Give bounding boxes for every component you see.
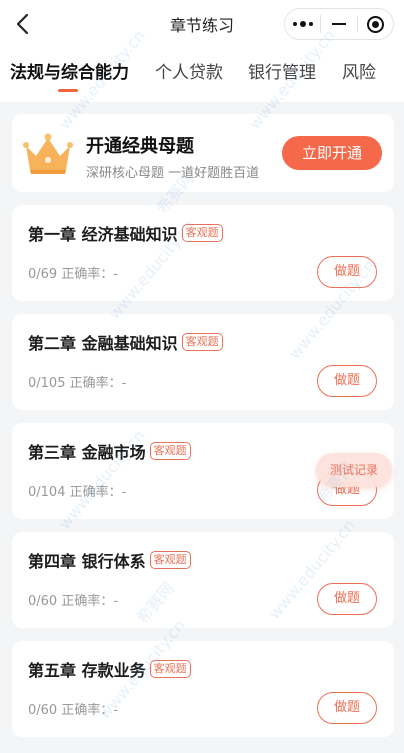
do-questions-button[interactable]: 做题: [317, 583, 377, 615]
close-target-icon: [366, 15, 384, 33]
open-now-button[interactable]: 立即开通: [282, 136, 382, 170]
mini-program-capsule: [284, 8, 394, 40]
chapter-title-row: 第四章 银行体系 客观题: [28, 548, 191, 572]
chapter-title-row: 第五章 存款业务 客观题: [28, 657, 191, 681]
subject-tabs: 法规与综合能力 个人贷款 银行管理 风险: [0, 48, 404, 102]
more-dots-icon: [292, 21, 313, 27]
chapter-title-row: 第二章 金融基础知识 客观题: [28, 330, 223, 354]
chapter-progress: 0/60: [28, 703, 58, 718]
chapter-title-row: 第三章 金融市场 客观题: [28, 439, 191, 463]
top-bar: 章节练习: [0, 0, 404, 48]
question-type-tag: 客观题: [149, 442, 191, 460]
test-record-button[interactable]: 测试记录: [316, 453, 392, 487]
question-type-tag: 客观题: [181, 333, 223, 351]
chapter-progress: 0/69: [28, 267, 58, 282]
crown-icon: [23, 133, 73, 174]
chapter-stats: 0/60 正确率：-: [28, 590, 118, 609]
do-questions-button[interactable]: 做题: [317, 692, 377, 724]
tab-risk[interactable]: 风险: [342, 58, 376, 83]
minimize-icon: [331, 23, 346, 25]
chapter-card: 第二章 金融基础知识 客观题 0/105 正确率：- 做题: [12, 314, 394, 410]
question-type-tag: 客观题: [181, 224, 223, 242]
chapter-title: 第二章 金融基础知识: [28, 334, 178, 353]
chapter-card: 第五章 存款业务 客观题 0/60 正确率：- 做题: [12, 641, 394, 737]
chapter-accuracy: 正确率：-: [69, 376, 127, 391]
chapter-title: 第一章 经济基础知识: [28, 225, 178, 244]
chapter-accuracy: 正确率：-: [61, 267, 119, 282]
tab-personal-loan[interactable]: 个人贷款: [155, 58, 223, 83]
chapter-stats: 0/69 正确率：-: [28, 263, 118, 282]
promo-title: 开通经典母题: [86, 136, 194, 157]
more-button[interactable]: [285, 9, 320, 39]
tab-regulations[interactable]: 法规与综合能力: [10, 58, 129, 83]
chapter-stats: 0/105 正确率：-: [28, 372, 126, 391]
question-type-tag: 客观题: [149, 660, 191, 678]
do-questions-button[interactable]: 做题: [317, 256, 377, 288]
close-button[interactable]: [358, 9, 393, 39]
chapter-progress: 0/105: [28, 376, 66, 391]
promo-subtitle: 深研核心母题 一道好题胜百道: [86, 166, 260, 181]
chapter-title-row: 第一章 经济基础知识 客观题: [28, 221, 223, 245]
chapter-card: 第一章 经济基础知识 客观题 0/69 正确率：- 做题: [12, 205, 394, 301]
chapter-stats: 0/104 正确率：-: [28, 481, 126, 500]
chapter-progress: 0/60: [28, 594, 58, 609]
chapter-stats: 0/60 正确率：-: [28, 699, 118, 718]
chapter-progress: 0/104: [28, 485, 66, 500]
chapter-accuracy: 正确率：-: [69, 485, 127, 500]
minimize-button[interactable]: [321, 9, 356, 39]
chapter-title: 第三章 金融市场: [28, 443, 146, 462]
chapter-title: 第五章 存款业务: [28, 661, 146, 680]
chapter-title: 第四章 银行体系: [28, 552, 146, 571]
chapter-accuracy: 正确率：-: [61, 594, 119, 609]
chapter-accuracy: 正确率：-: [61, 703, 119, 718]
do-questions-button[interactable]: 做题: [317, 365, 377, 397]
active-tab-indicator: [58, 89, 78, 92]
promo-card: 开通经典母题 深研核心母题 一道好题胜百道 立即开通: [12, 114, 394, 192]
tab-bank-management[interactable]: 银行管理: [248, 58, 316, 83]
chapter-card: 第四章 银行体系 客观题 0/60 正确率：- 做题: [12, 532, 394, 628]
question-type-tag: 客观题: [149, 551, 191, 569]
page: 章节练习 法规与综合能力 个人贷款 银行管理 风险 开通经典母题 深研核心母题 …: [0, 0, 404, 753]
